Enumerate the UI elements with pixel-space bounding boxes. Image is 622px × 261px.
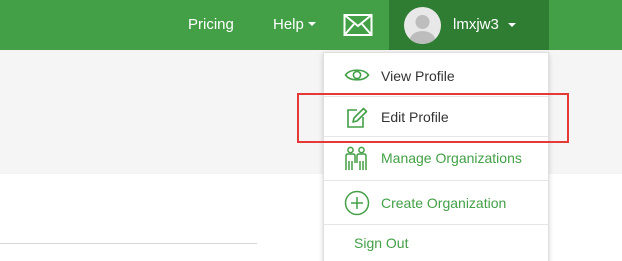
create-organization-label: Create Organization <box>381 195 507 211</box>
nav-help-label: Help <box>273 16 304 33</box>
sign-out-item[interactable]: Sign Out <box>324 225 548 261</box>
people-icon <box>344 146 368 177</box>
avatar <box>404 7 441 44</box>
username: lmxjw3 <box>453 16 499 33</box>
nav-help-dropdown[interactable]: Help <box>273 0 316 50</box>
chevron-down-icon <box>307 22 316 27</box>
user-dropdown-menu: View Profile Edit Profile Manage Organiz… <box>323 52 549 261</box>
top-navigation-bar: Pricing Help lmxjw3 <box>0 0 622 50</box>
create-organization-item[interactable]: Create Organization <box>324 181 548 225</box>
nav-pricing-link[interactable]: Pricing <box>188 0 234 50</box>
divider <box>0 243 257 244</box>
plus-circle-icon <box>344 190 370 221</box>
edit-profile-label: Edit Profile <box>381 109 449 125</box>
edit-icon <box>344 106 368 135</box>
edit-profile-item[interactable]: Edit Profile <box>324 97 548 137</box>
eye-icon <box>344 66 370 89</box>
view-profile-item[interactable]: View Profile <box>324 53 548 97</box>
manage-organizations-item[interactable]: Manage Organizations <box>324 137 548 181</box>
chevron-down-icon <box>508 23 516 27</box>
mail-icon[interactable] <box>343 13 373 37</box>
view-profile-label: View Profile <box>381 68 455 84</box>
manage-organizations-label: Manage Organizations <box>381 150 522 166</box>
user-menu-toggle[interactable]: lmxjw3 <box>389 0 549 50</box>
sign-out-label: Sign Out <box>354 235 409 251</box>
